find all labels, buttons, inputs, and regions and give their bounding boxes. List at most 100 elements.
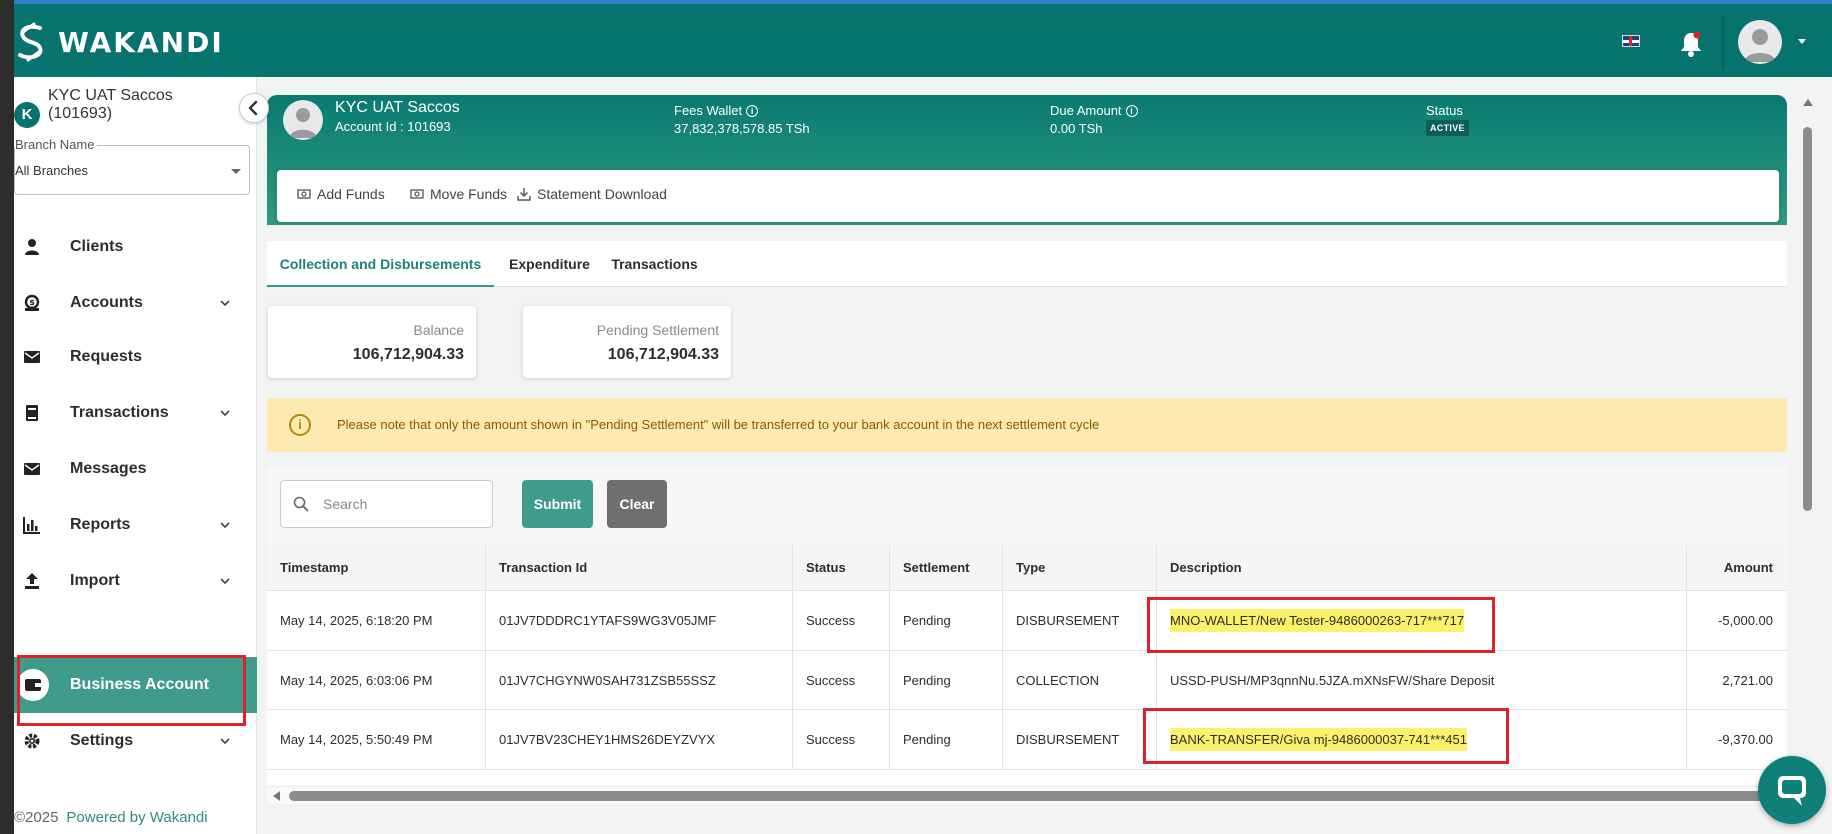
cell-description: BANK-TRANSFER/Giva mj-9486000037-741***4…: [1157, 710, 1687, 769]
sidebar-item-messages[interactable]: Messages: [14, 441, 257, 497]
mail-icon: [24, 463, 40, 475]
vertical-scrollbar[interactable]: [1802, 95, 1814, 834]
table-row[interactable]: May 14, 2025, 6:18:20 PM 01JV7DDDRC1YTAF…: [267, 591, 1787, 651]
uk-flag-icon[interactable]: [1622, 35, 1640, 47]
cell-type: DISBURSEMENT: [1003, 710, 1157, 769]
topbar-divider: [1722, 16, 1724, 70]
info-icon[interactable]: i: [1125, 104, 1138, 117]
wakandi-logo-icon: [18, 22, 43, 62]
scrollbar-thumb[interactable]: [1803, 127, 1812, 511]
cash-icon: [297, 189, 311, 199]
cell-type: COLLECTION: [1003, 651, 1157, 709]
column-header-description[interactable]: Description: [1157, 545, 1687, 590]
column-header-type[interactable]: Type: [1003, 545, 1157, 590]
submit-button[interactable]: Submit: [522, 480, 593, 528]
column-header-settlement[interactable]: Settlement: [890, 545, 1003, 590]
chat-support-button[interactable]: [1758, 756, 1826, 824]
table-header-row: Timestamp Transaction Id Status Settleme…: [267, 545, 1787, 591]
tab-collection-and-disbursements[interactable]: Collection and Disbursements: [267, 241, 494, 287]
branch-select[interactable]: Branch Name All Branches: [14, 137, 250, 195]
cell-timestamp: May 14, 2025, 6:18:20 PM: [267, 591, 486, 650]
chevron-down-icon: [220, 738, 230, 745]
branch-select-label: Branch Name: [15, 137, 98, 152]
tab-transactions[interactable]: Transactions: [607, 241, 702, 287]
sidebar-item-label: Requests: [70, 348, 143, 365]
highlighted-description: BANK-TRANSFER/Giva mj-9486000037-741***4…: [1170, 728, 1467, 751]
sidebar-item-transactions[interactable]: Transactions: [14, 385, 257, 441]
sidebar-item-clients[interactable]: Clients: [14, 219, 257, 275]
mail-icon: [24, 351, 40, 363]
sidebar-item-label: Reports: [70, 516, 131, 533]
horizontal-scrollbar[interactable]: [267, 788, 1789, 804]
cell-amount: -5,000.00: [1718, 613, 1773, 628]
sidebar-item-label: Clients: [70, 238, 124, 255]
due-amount-label: Due Amount: [1050, 103, 1122, 118]
due-amount-block: Due Amount i 0.00 TSh: [1050, 103, 1138, 136]
sidebar-item-label: Transactions: [70, 404, 169, 421]
sidebar-collapse-button[interactable]: [239, 93, 269, 123]
org-name: KYC UAT Saccos (101693): [48, 87, 173, 123]
sidebar-item-reports[interactable]: Reports: [14, 497, 257, 553]
cell-amount: 2,721.00: [1722, 672, 1773, 688]
cell-transaction-id: 01JV7CHGYNW0SAH731ZSB55SSZ: [486, 651, 793, 709]
table-row[interactable]: May 14, 2025, 6:03:06 PM 01JV7CHGYNW0SAH…: [267, 651, 1787, 710]
column-header-amount[interactable]: Amount: [1687, 545, 1787, 590]
move-funds-button[interactable]: Move Funds: [410, 186, 507, 202]
search-field[interactable]: [280, 480, 493, 528]
pending-settlement-label: Pending Settlement: [596, 322, 719, 338]
chevron-down-icon: [220, 522, 230, 529]
scroll-up-arrow-icon[interactable]: [1803, 99, 1813, 106]
tab-expenditure[interactable]: Expenditure: [507, 241, 592, 287]
statement-download-button[interactable]: Statement Download: [517, 186, 667, 202]
sidebar-item-import[interactable]: Import: [14, 553, 257, 609]
brand-logo[interactable]: WAKANDI: [14, 22, 224, 62]
pending-settlement-card: Pending Settlement 106,712,904.33: [523, 306, 731, 378]
gear-icon: [24, 733, 40, 749]
status-block: Status ACTIVE: [1426, 103, 1469, 136]
settlement-notice: i Please note that only the amount shown…: [267, 398, 1787, 452]
branch-select-value: All Branches: [15, 163, 88, 178]
upload-icon: [25, 573, 39, 589]
user-avatar-icon: [289, 108, 317, 138]
column-header-transaction-id[interactable]: Transaction Id: [486, 545, 793, 590]
sidebar-item-accounts[interactable]: $ Accounts: [14, 275, 257, 331]
filter-bar: Submit Clear: [267, 467, 1787, 545]
account-menu-caret-icon[interactable]: [1798, 39, 1806, 44]
account-actions-bar: Add Funds Move Funds Statement Download: [277, 170, 1779, 222]
cell-transaction-id: 01JV7DDDRC1YTAFS9WG3V05JMF: [486, 591, 793, 650]
cell-transaction-id: 01JV7BV23CHEY1HMS26DEYZVYX: [486, 710, 793, 769]
search-input[interactable]: [323, 494, 483, 514]
powered-by-link[interactable]: Powered by Wakandi: [66, 809, 207, 826]
download-icon: [517, 188, 531, 201]
balance-value: 106,712,904.33: [352, 346, 464, 363]
svg-text:$: $: [29, 298, 35, 307]
cell-description: MNO-WALLET/New Tester-9486000263-717***7…: [1157, 591, 1687, 650]
column-header-timestamp[interactable]: Timestamp: [267, 545, 486, 590]
sidebar-footer: ©2025 Powered by Wakandi: [14, 809, 208, 826]
scrollbar-thumb[interactable]: [289, 791, 1789, 801]
cell-timestamp: May 14, 2025, 6:03:06 PM: [267, 651, 486, 709]
highlighted-description: MNO-WALLET/New Tester-9486000263-717***7…: [1170, 609, 1465, 632]
cell-description: USSD-PUSH/MP3qnnNu.5JZA.mXNsFW/Share Dep…: [1157, 651, 1687, 709]
chevron-left-icon: [248, 100, 258, 116]
column-header-status[interactable]: Status: [793, 545, 890, 590]
scroll-left-arrow-icon[interactable]: [273, 791, 280, 801]
bar-chart-icon: [23, 517, 40, 534]
user-icon: [25, 239, 39, 255]
settlement-notice-text: Please note that only the amount shown i…: [337, 417, 1100, 432]
fees-wallet-block: Fees Wallet i 37,832,378,578.85 TSh: [674, 103, 810, 136]
balance-card: Balance 106,712,904.33: [268, 306, 476, 378]
annotation-highlight-box: [17, 655, 246, 726]
add-funds-button[interactable]: Add Funds: [297, 186, 385, 202]
org-name-line1: KYC UAT Saccos: [48, 87, 173, 104]
account-name: KYC UAT Saccos: [335, 99, 460, 116]
transactions-table: Timestamp Transaction Id Status Settleme…: [267, 545, 1787, 785]
info-icon: i: [289, 414, 311, 436]
clear-button[interactable]: Clear: [607, 480, 667, 528]
app-window: WAKANDI K KYC UAT Saccos (101693) Branch…: [14, 0, 1832, 834]
user-avatar[interactable]: [1738, 20, 1782, 64]
info-icon[interactable]: i: [746, 104, 759, 117]
bell-icon[interactable]: [1678, 30, 1704, 58]
sidebar-item-requests[interactable]: Requests: [14, 329, 257, 385]
table-row[interactable]: May 14, 2025, 5:50:49 PM 01JV7BV23CHEY1H…: [267, 710, 1787, 770]
